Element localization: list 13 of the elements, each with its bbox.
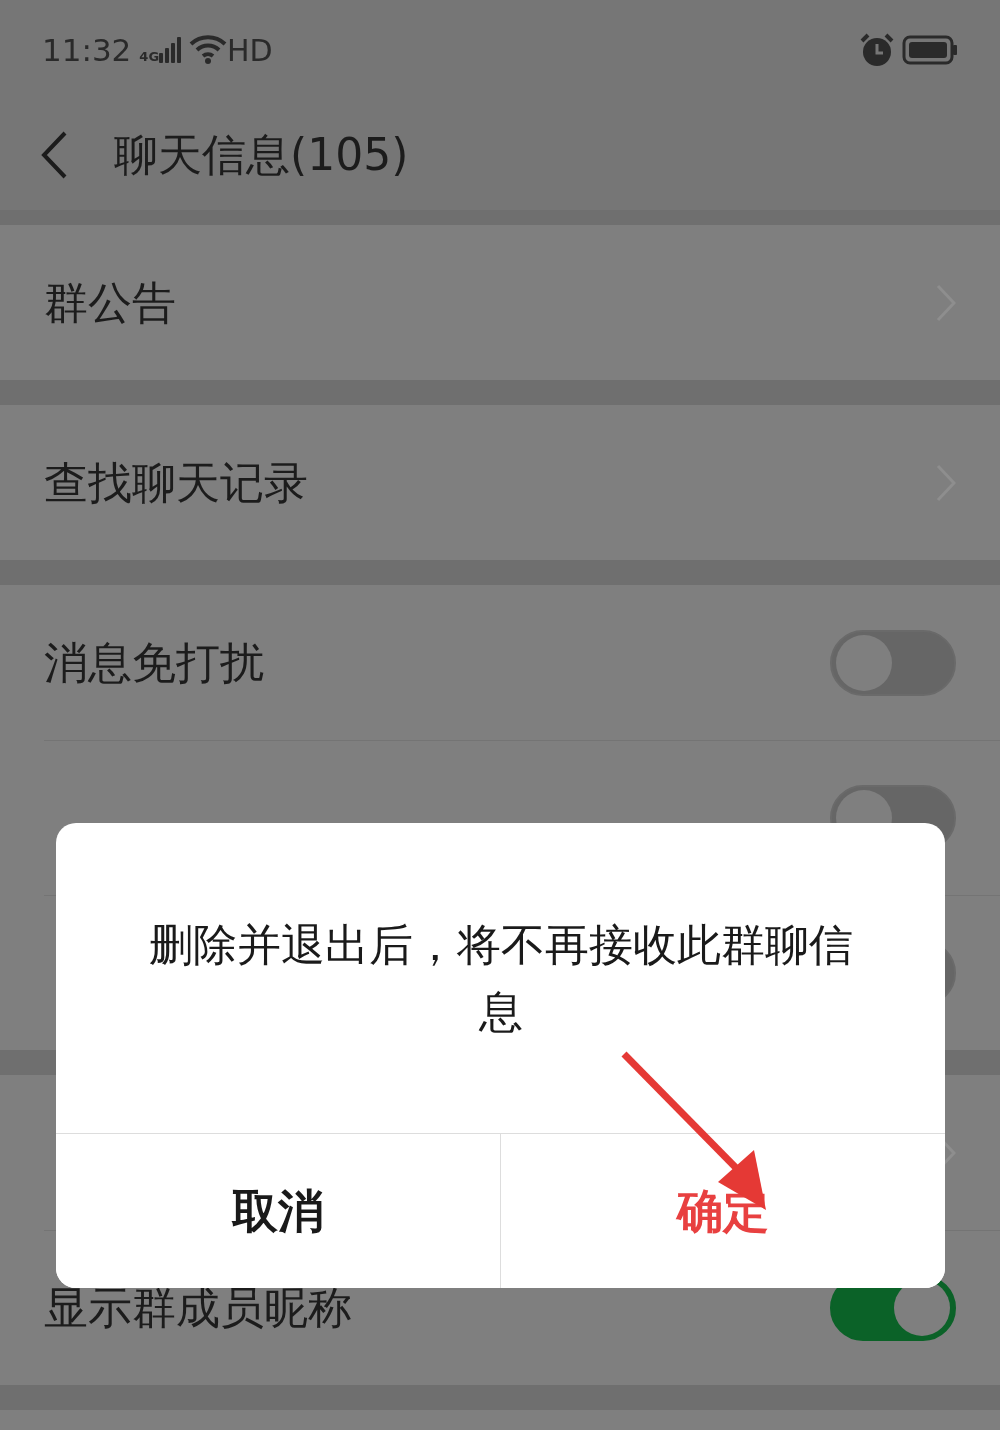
signal-icon — [159, 37, 182, 63]
dialog-message: 删除并退出后，将不再接收此群聊信息 — [147, 918, 854, 1039]
alarm-icon — [860, 33, 894, 67]
page-title: 聊天信息(105) — [114, 128, 409, 182]
back-icon[interactable] — [40, 131, 68, 179]
network-label: HD — [227, 31, 273, 70]
clock-time: 11:32 — [42, 30, 132, 70]
wifi-icon — [189, 34, 228, 66]
battery-icon — [902, 35, 958, 65]
setting-label: 查找聊天记录 — [44, 455, 308, 510]
network-type: 4G — [139, 50, 160, 63]
setting-label: 群公告 — [44, 275, 176, 330]
setting-label: 消息免打扰 — [44, 635, 264, 690]
